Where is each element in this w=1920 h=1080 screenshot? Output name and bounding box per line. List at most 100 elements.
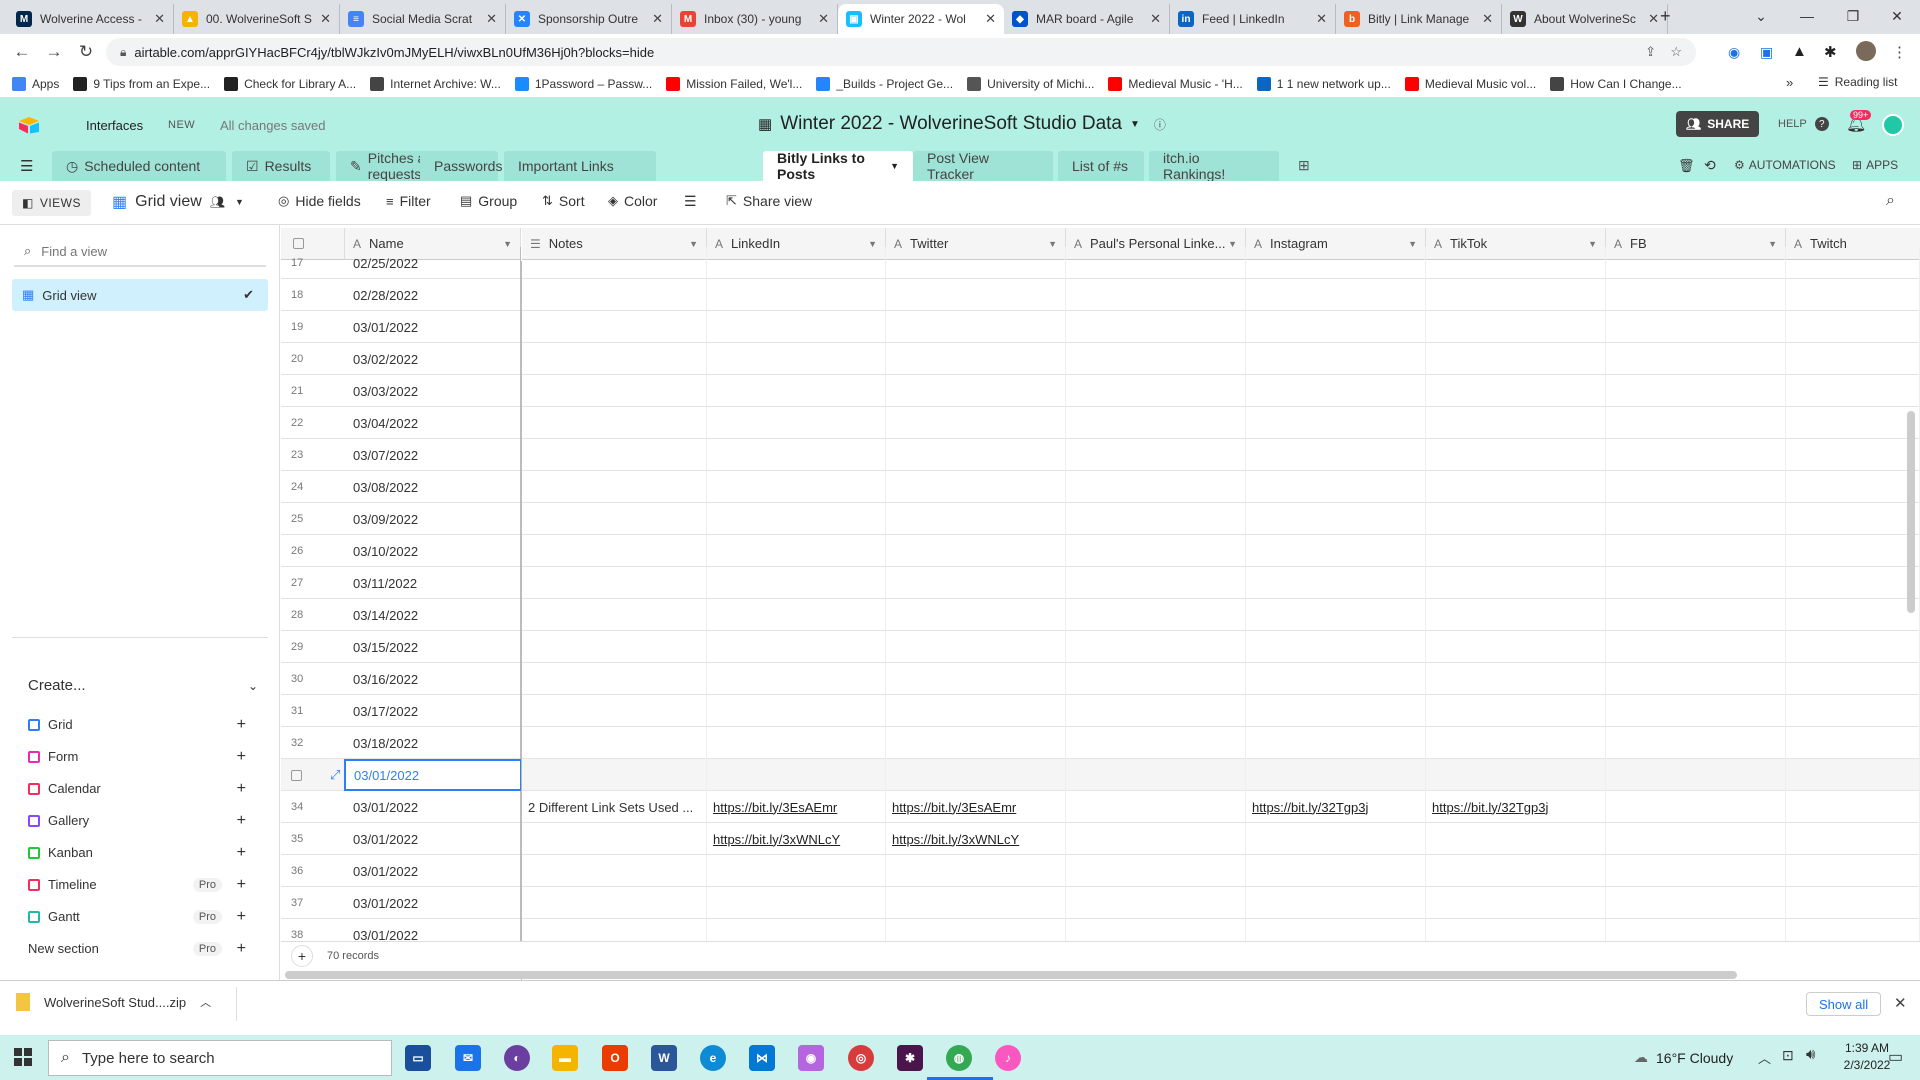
browser-tab[interactable]: ◆ MAR board - Agile ✕ — [1004, 4, 1170, 34]
grid-cell[interactable] — [1246, 727, 1426, 759]
grid-cell[interactable] — [886, 855, 1066, 887]
grid-cell[interactable] — [1066, 375, 1246, 407]
apps-button[interactable]: ⊞ APPS — [1852, 158, 1898, 172]
bookmark-item[interactable]: University of Michi... — [967, 76, 1094, 91]
name-cell[interactable]: 03/01/2022 — [345, 311, 521, 343]
grid-cell[interactable] — [1786, 663, 1920, 695]
name-cell[interactable]: 03/10/2022 — [345, 535, 521, 567]
grid-cell[interactable] — [1786, 279, 1920, 311]
grid-cell[interactable] — [1246, 407, 1426, 439]
grid-cell[interactable] — [1786, 311, 1920, 343]
edge-icon[interactable]: e — [700, 1045, 726, 1071]
find-view-input[interactable] — [41, 243, 242, 259]
browser-tab[interactable]: ✕ Sponsorship Outre ✕ — [506, 4, 672, 34]
table-row[interactable]: 24 03/08/2022 — [281, 471, 1920, 503]
grid-cell[interactable] — [1606, 855, 1786, 887]
grid-cell[interactable] — [1426, 759, 1606, 791]
grid-cell[interactable] — [1786, 471, 1920, 503]
grid-cell[interactable] — [1246, 855, 1426, 887]
grid-cell[interactable] — [1426, 599, 1606, 631]
grid-cell[interactable] — [1246, 599, 1426, 631]
table-row[interactable]: 25 03/09/2022 — [281, 503, 1920, 535]
table-row[interactable]: 27 03/11/2022 — [281, 567, 1920, 599]
grid-cell[interactable] — [1066, 471, 1246, 503]
grid-cell[interactable] — [886, 727, 1066, 759]
grid-cell[interactable] — [1786, 727, 1920, 759]
grid-cell[interactable] — [522, 471, 707, 503]
grid-cell[interactable] — [1786, 695, 1920, 727]
grid-cell[interactable] — [886, 407, 1066, 439]
grid-cell[interactable] — [886, 599, 1066, 631]
grid-cell[interactable] — [1066, 407, 1246, 439]
table-tab[interactable]: ◷ Scheduled content — [52, 151, 226, 181]
grid-cell[interactable]: https://bit.ly/3xWNLcY — [707, 823, 886, 855]
table-tab[interactable]: itch.io Rankings! — [1149, 150, 1279, 182]
group-button[interactable]: ▤ Group — [460, 193, 517, 209]
row-height-icon[interactable]: ☰ — [684, 193, 697, 210]
create-view-item[interactable]: Calendar + — [28, 780, 258, 797]
itunes-icon[interactable]: ♪ — [995, 1045, 1021, 1071]
tab-search-icon[interactable]: ⌄ — [1738, 0, 1784, 32]
grid-cell[interactable] — [1426, 567, 1606, 599]
name-cell[interactable]: 03/17/2022 — [345, 695, 521, 727]
grid-cell[interactable] — [707, 759, 886, 791]
horizontal-scrollbar[interactable] — [285, 971, 1737, 979]
grid-cell[interactable] — [522, 567, 707, 599]
grid-cell[interactable] — [1606, 247, 1786, 279]
close-icon[interactable]: ✕ — [1894, 994, 1907, 1012]
name-cell[interactable]: 03/03/2022 — [345, 375, 521, 407]
bookmark-item[interactable]: Mission Failed, We'l... — [666, 76, 802, 91]
app-red-icon[interactable]: ◎ — [848, 1045, 874, 1071]
name-cell[interactable]: 03/09/2022 — [345, 503, 521, 535]
browser-tab[interactable]: ▲ 00. WolverineSoft S ✕ — [174, 4, 340, 34]
row-checkbox[interactable]: ⤢ — [281, 759, 345, 791]
github-icon[interactable]: ◐ — [504, 1045, 530, 1071]
grid-cell[interactable] — [1426, 663, 1606, 695]
reading-list[interactable]: ☰ Reading list — [1818, 75, 1897, 89]
grid-cell[interactable] — [1786, 247, 1920, 279]
table-row[interactable]: 26 03/10/2022 — [281, 535, 1920, 567]
create-section-toggle[interactable]: Create... ⌄ — [28, 677, 258, 694]
cell-link[interactable]: https://bit.ly/3xWNLcY — [713, 832, 840, 847]
grid-cell[interactable] — [886, 375, 1066, 407]
grid-cell[interactable] — [522, 631, 707, 663]
extension-1password-icon[interactable]: ◉ — [1728, 44, 1740, 61]
grid-cell[interactable] — [1066, 791, 1246, 823]
grid-cell[interactable] — [522, 343, 707, 375]
table-row[interactable]: 18 02/28/2022 — [281, 279, 1920, 311]
grid-cell[interactable] — [522, 503, 707, 535]
grid-cell[interactable] — [522, 375, 707, 407]
back-icon[interactable]: ← — [6, 42, 38, 62]
grid-cell[interactable] — [707, 503, 886, 535]
grid-cell[interactable] — [1606, 439, 1786, 471]
bookmark-star-icon[interactable]: ☆ — [1670, 44, 1682, 60]
grid-cell[interactable] — [1246, 311, 1426, 343]
airtable-logo-icon[interactable] — [18, 116, 40, 134]
create-view-item[interactable]: Form + — [28, 748, 258, 765]
grid-cell[interactable] — [1786, 407, 1920, 439]
grid-cell[interactable] — [886, 663, 1066, 695]
grid-cell[interactable] — [1246, 759, 1426, 791]
name-cell[interactable]: 03/01/2022 — [345, 887, 521, 919]
cell-link[interactable]: https://bit.ly/3EsAEmr — [713, 800, 837, 815]
grid-cell[interactable] — [886, 695, 1066, 727]
table-row[interactable]: 17 02/25/2022 — [281, 247, 1920, 279]
grid-cell[interactable] — [1066, 727, 1246, 759]
name-cell[interactable]: 03/01/2022 — [345, 855, 521, 887]
table-tab[interactable]: List of #s — [1058, 151, 1144, 181]
name-cell[interactable]: 03/02/2022 — [345, 343, 521, 375]
bookmark-item[interactable]: 1 1 new network up... — [1256, 76, 1391, 91]
grid-cell[interactable]: https://bit.ly/3xWNLcY — [886, 823, 1066, 855]
cell-link[interactable]: https://bit.ly/3xWNLcY — [892, 832, 1019, 847]
cell-link[interactable]: https://bit.ly/3EsAEmr — [892, 800, 1016, 815]
grid-cell[interactable] — [1426, 343, 1606, 375]
account-avatar[interactable] — [1882, 114, 1904, 136]
browser-tab[interactable]: M Wolverine Access - ✕ — [8, 4, 174, 34]
interfaces-link[interactable]: Interfaces — [86, 118, 143, 133]
name-cell[interactable]: 02/28/2022 — [345, 279, 521, 311]
taskbar-search[interactable]: ⌕ Type here to search — [48, 1040, 392, 1076]
table-row[interactable]: 34 03/01/2022 2 Different Link Sets Used .… — [281, 791, 1920, 823]
grid-cell[interactable] — [886, 343, 1066, 375]
grid-cell[interactable] — [1066, 311, 1246, 343]
grid-cell[interactable] — [707, 343, 886, 375]
